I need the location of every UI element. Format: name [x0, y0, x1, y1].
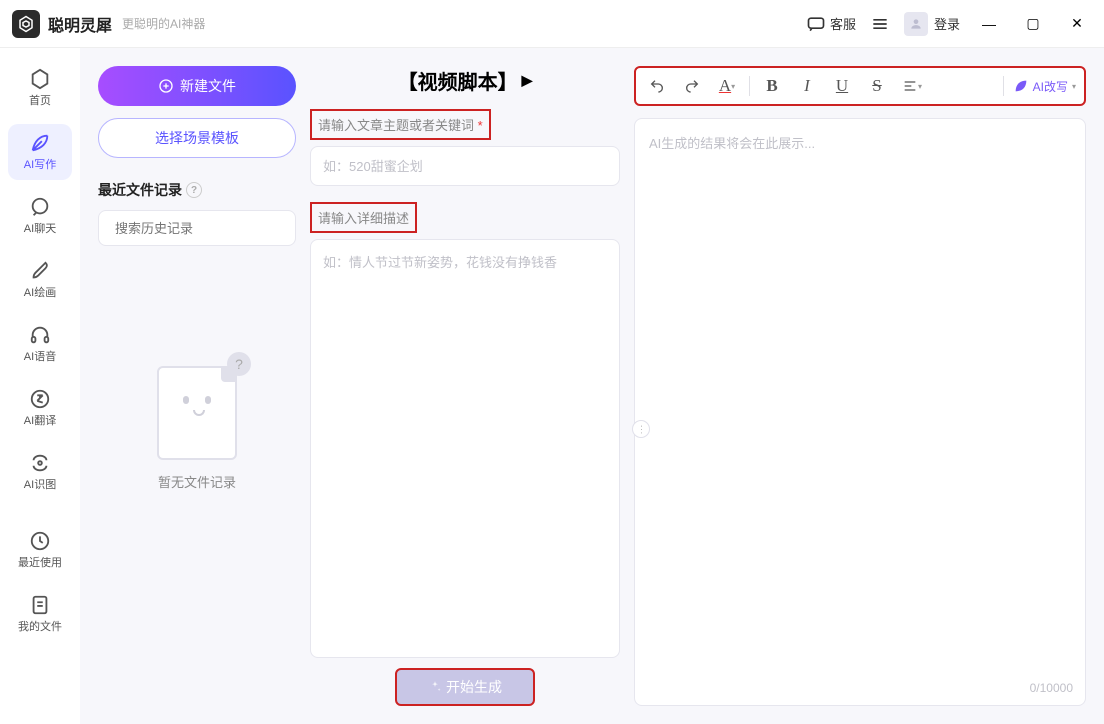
sidebar-item-label: 最近使用: [18, 554, 62, 570]
sparkle-icon: [428, 680, 442, 694]
generate-label: 开始生成: [446, 677, 502, 697]
editor-toolbar: A▾ B I U S ▾ AI改写 ▾: [634, 66, 1086, 106]
customer-service-button[interactable]: 客服: [806, 14, 856, 34]
topic-input[interactable]: [310, 146, 620, 186]
align-button[interactable]: ▾: [899, 73, 925, 99]
clock-icon: [29, 530, 51, 552]
chat-icon: [806, 14, 826, 34]
brush-icon: [29, 260, 51, 282]
new-file-label: 新建文件: [180, 76, 236, 96]
close-button[interactable]: ✕: [1062, 9, 1092, 39]
page-title-text: 【视频脚本】: [398, 66, 518, 95]
app-subtitle: 更聪明的AI神器: [122, 15, 205, 32]
sidebar-item-label: 首页: [29, 92, 51, 108]
chat-bubble-icon: [29, 196, 51, 218]
app-name: 聪明灵犀: [48, 12, 112, 36]
sidebar-item-label: AI聊天: [24, 220, 56, 236]
new-file-button[interactable]: 新建文件: [98, 66, 296, 106]
sidebar-item-write[interactable]: AI写作: [8, 124, 72, 180]
right-column: A▾ B I U S ▾ AI改写 ▾ AI生成的结果将会在此展示: [634, 66, 1086, 706]
sidebar-item-label: AI语音: [24, 348, 56, 364]
empty-text: 暂无文件记录: [158, 472, 236, 491]
triangle-icon[interactable]: ▶: [522, 72, 533, 89]
preview-placeholder: AI生成的结果将会在此展示...: [649, 136, 815, 151]
headphone-icon: [29, 324, 51, 346]
help-icon[interactable]: ?: [186, 182, 202, 198]
sidebar-item-home[interactable]: 首页: [8, 60, 72, 116]
undo-button[interactable]: [644, 73, 670, 99]
leaf-icon: [1013, 78, 1029, 94]
file-icon: [29, 594, 51, 616]
undo-icon: [649, 78, 665, 94]
char-count: 0/10000: [1030, 681, 1073, 695]
empty-file-icon: [157, 366, 237, 460]
question-badge-icon: ?: [227, 352, 251, 376]
sidebar-item-label: AI绘画: [24, 284, 56, 300]
middle-column: 【视频脚本】 ▶ 请输入文章主题或者关键词 * 请输入详细描述 开始生成: [310, 66, 620, 706]
sidebar-item-audio[interactable]: AI语音: [8, 316, 72, 372]
redo-icon: [684, 78, 700, 94]
search-input[interactable]: [115, 221, 291, 236]
camera-icon: [29, 452, 51, 474]
toolbar-separator: [1003, 76, 1004, 96]
align-icon: [902, 78, 918, 94]
login-button[interactable]: 登录: [904, 12, 960, 36]
topic-label: 请输入文章主题或者关键词 *: [310, 109, 491, 140]
generate-button[interactable]: 开始生成: [395, 668, 535, 706]
sidebar-item-translate[interactable]: AI翻译: [8, 380, 72, 436]
italic-button[interactable]: I: [794, 73, 820, 99]
minimize-button[interactable]: —: [974, 9, 1004, 39]
sidebar-item-vision[interactable]: AI识图: [8, 444, 72, 500]
sidebar-item-files[interactable]: 我的文件: [8, 586, 72, 642]
sidebar-item-recent[interactable]: 最近使用: [8, 522, 72, 578]
sidebar-item-chat[interactable]: AI聊天: [8, 188, 72, 244]
maximize-button[interactable]: ▢: [1018, 9, 1048, 39]
detail-label: 请输入详细描述: [310, 202, 417, 233]
sidebar-item-label: AI识图: [24, 476, 56, 492]
strike-button[interactable]: S: [864, 73, 890, 99]
page-title: 【视频脚本】 ▶: [310, 66, 620, 95]
detail-textarea[interactable]: [310, 239, 620, 658]
toolbar-separator: [749, 76, 750, 96]
sidebar-item-label: AI翻译: [24, 412, 56, 428]
left-column: 新建文件 选择场景模板 最近文件记录 ? ?: [98, 66, 296, 706]
ai-rewrite-label: AI改写: [1033, 78, 1068, 95]
titlebar: 聪明灵犀 更聪明的AI神器 客服 登录 — ▢ ✕: [0, 0, 1104, 48]
menu-icon[interactable]: [870, 14, 890, 34]
app-logo-icon: [12, 10, 40, 38]
recent-title-text: 最近文件记录: [98, 180, 182, 200]
bold-button[interactable]: B: [759, 73, 785, 99]
resize-handle[interactable]: [632, 420, 650, 438]
sidebar-item-label: AI写作: [24, 156, 56, 172]
preview-area[interactable]: AI生成的结果将会在此展示... 0/10000: [634, 118, 1086, 706]
sidebar-item-label: 我的文件: [18, 618, 62, 634]
detail-label-text: 请输入详细描述: [318, 211, 409, 226]
sidebar: 首页 AI写作 AI聊天 AI绘画 AI语音 AI翻译 AI识图 最: [0, 48, 80, 724]
underline-button[interactable]: U: [829, 73, 855, 99]
customer-service-label: 客服: [830, 14, 856, 33]
select-template-button[interactable]: 选择场景模板: [98, 118, 296, 158]
ai-rewrite-button[interactable]: AI改写 ▾: [1013, 78, 1076, 95]
search-history-box[interactable]: [98, 210, 296, 246]
sidebar-item-draw[interactable]: AI绘画: [8, 252, 72, 308]
required-star: *: [478, 118, 483, 133]
topic-label-text: 请输入文章主题或者关键词: [318, 118, 474, 133]
redo-button[interactable]: [679, 73, 705, 99]
feather-icon: [29, 132, 51, 154]
home-icon: [29, 68, 51, 90]
login-label: 登录: [934, 14, 960, 33]
text-color-button[interactable]: A▾: [714, 73, 740, 99]
avatar-icon: [904, 12, 928, 36]
recent-files-heading: 最近文件记录 ?: [98, 180, 296, 200]
template-label: 选择场景模板: [155, 128, 239, 148]
translate-icon: [29, 388, 51, 410]
plus-circle-icon: [158, 78, 174, 94]
empty-state: ? 暂无文件记录: [98, 366, 296, 491]
